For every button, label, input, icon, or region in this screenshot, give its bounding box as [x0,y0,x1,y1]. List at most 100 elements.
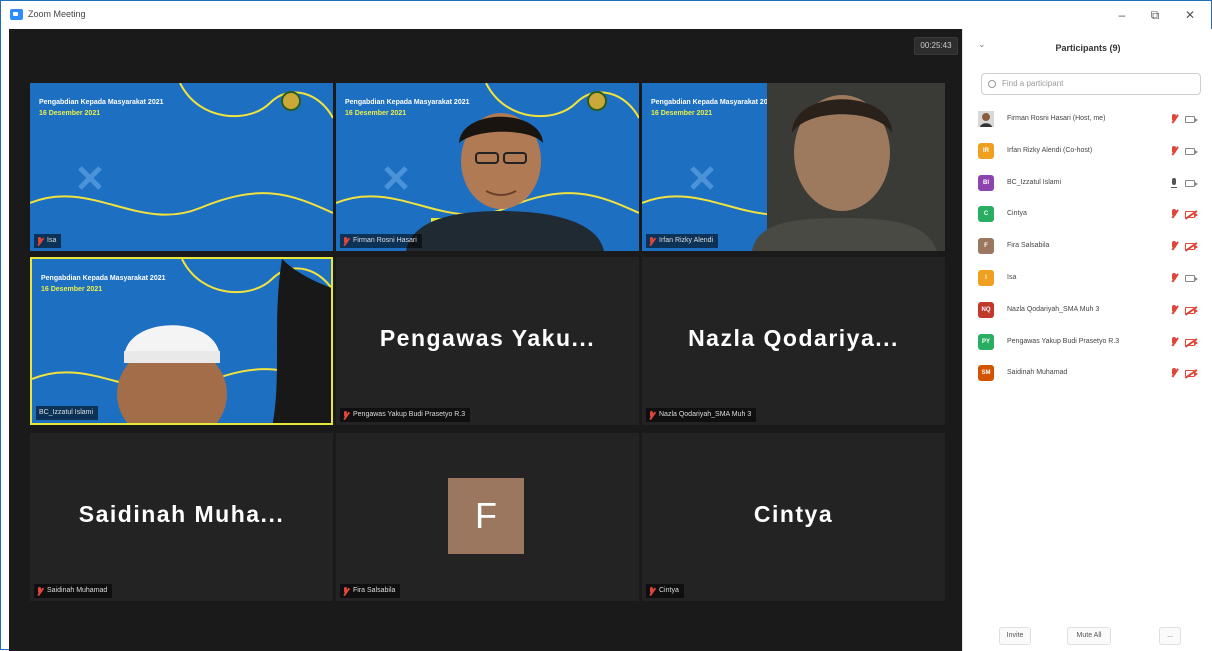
mic-muted-icon[interactable] [1170,145,1178,156]
mic-muted-icon[interactable] [1170,304,1178,315]
participant-name-tag: Firman Rosni Hasari [340,234,422,248]
mic-muted-icon [343,236,349,246]
participants-title: Participants (9) [1055,43,1121,53]
mic-muted-icon[interactable] [1170,368,1178,378]
participant-avatar: SM [978,365,994,382]
camera-off-icon[interactable] [1185,243,1198,251]
participant-name-tag: Nazla Qodariyah_SMA Muh 3 [646,408,757,422]
camera-off-icon[interactable] [1185,370,1198,378]
participant-name: Nazla Qodariyah_SMA Muh 3 [1007,305,1100,313]
participant-search-input[interactable]: Find a participant [981,73,1201,95]
participant-avatar: PY [978,333,994,350]
title-bar: Zoom Meeting – ⧉ ✕ [1,1,1211,29]
mic-muted-icon [649,236,655,246]
participant-avatar: NQ [978,301,994,318]
camera-icon[interactable] [1185,116,1198,123]
participant-display-name: Nazla Qodariya... [688,325,899,351]
video-tile[interactable]: Saidinah Muha... Saidinah Muhamad [30,433,333,601]
minimize-button[interactable]: – [1109,5,1135,25]
camera-icon[interactable] [1185,147,1198,155]
mic-muted-icon [649,586,655,596]
mic-muted-icon [37,236,43,246]
participant-name-tag: Pengawas Yakup Budi Prasetyo R.3 [340,408,471,422]
participant-row[interactable]: SM Saidinah Muhamad [963,359,1212,391]
invite-button[interactable]: Invite [999,627,1031,645]
mic-muted-icon[interactable] [1170,241,1178,251]
video-tile-active-speaker[interactable]: Pengabdian Kepada Masyarakat 2021 16 Des… [30,257,333,425]
participant-avatar: F [448,478,524,554]
participant-name: Pengawas Yakup Budi Prasetyo R.3 [1007,337,1120,345]
video-tile[interactable]: Pengabdian Kepada Masyarakat 2021 16 Des… [30,83,333,251]
mic-muted-icon[interactable] [1170,336,1178,347]
participant-row[interactable]: BI BC_Izzatul Islami [963,169,1212,201]
mic-icon[interactable] [1170,177,1178,188]
participant-name: Cintya [1007,210,1027,218]
mute-all-button[interactable]: Mute All [1067,627,1111,645]
participant-row[interactable]: NQ Nazla Qodariyah_SMA Muh 3 [963,296,1212,328]
mic-muted-icon [37,586,43,596]
banner-date: 16 Desember 2021 [39,110,101,117]
participant-row[interactable]: I Isa [963,264,1212,296]
participant-row[interactable]: IR Irfan Rizky Alendi (Co-host) [963,137,1212,169]
mic-muted-icon[interactable] [1170,209,1178,219]
video-tile[interactable]: Pengawas Yaku... Pengawas Yakup Budi Pra… [336,257,639,425]
participant-avatar: I [978,269,994,286]
participant-name: Fira Salsabila [1007,242,1050,250]
participant-display-name: Cintya [753,501,834,527]
camera-off-icon[interactable] [1185,211,1198,219]
participant-name-tag: Cintya [646,584,684,598]
emblem-icon [587,91,607,111]
zoom-window: Zoom Meeting – ⧉ ✕ 00:25:43 Pengabdian K… [0,0,1212,651]
participant-avatar: F [978,238,994,255]
more-options-button[interactable]: ... [1159,627,1181,645]
search-icon [988,80,996,88]
participants-panel: ⌄ Participants (9) Find a participant Fi… [962,29,1212,651]
participants-list: Firman Rosni Hasari (Host, me) IR Irfan Ri… [963,105,1212,391]
participant-name: Isa [1007,273,1017,281]
video-tile[interactable]: Nazla Qodariya... Nazla Qodariyah_SMA Mu… [642,257,945,425]
participant-display-name: Saidinah Muha... [78,501,285,527]
participant-name-tag: Irfan Rizky Alendi [646,234,719,248]
participant-name-tag: BC_Izzatul Islami [36,406,99,420]
participant-avatar: IR [978,142,994,159]
mic-muted-icon[interactable] [1170,272,1178,283]
participant-avatar: BI [978,174,994,191]
camera-icon[interactable] [1185,179,1198,187]
participant-name-tag: Fira Salsabila [340,584,401,598]
participant-row[interactable]: F Fira Salsabila [963,232,1212,264]
participant-row[interactable]: C Cintya [963,200,1212,232]
window-title: Zoom Meeting [28,9,86,19]
video-tile[interactable]: F Fira Salsabila [336,433,639,601]
participant-name: Saidinah Muhamad [1007,369,1068,377]
participant-name: BC_Izzatul Islami [1007,178,1062,186]
participant-name: Firman Rosni Hasari (Host, me) [1007,115,1106,122]
close-button[interactable]: ✕ [1177,5,1203,25]
participant-avatar [978,111,994,127]
video-tile[interactable]: Pengabdian Kepada Masyarakat 2021 16 Des… [642,83,945,251]
participant-name-tag: Saidinah Muhamad [34,584,113,598]
participant-avatar: C [978,206,994,223]
camera-off-icon[interactable] [1185,306,1198,314]
mic-muted-icon[interactable] [1170,114,1178,124]
camera-off-icon[interactable] [1185,338,1198,346]
participant-row[interactable]: Firman Rosni Hasari (Host, me) [963,105,1212,137]
participant-video [117,259,331,423]
emblem-icon [281,91,301,111]
video-tile[interactable]: Cintya Cintya [642,433,945,601]
participants-header: ⌄ Participants (9) [963,29,1212,65]
participant-video [752,83,945,251]
mic-muted-icon [649,410,655,420]
participant-name-tag: Isa [34,234,62,248]
zoom-app-icon [10,9,23,20]
participant-row[interactable]: PY Pengawas Yakup Budi Prasetyo R.3 [963,328,1212,360]
banner-title: Pengabdian Kepada Masyarakat 2021 [39,99,164,106]
mic-muted-icon [343,410,349,420]
participant-display-name: Pengawas Yaku... [379,325,596,351]
restore-button[interactable]: ⧉ [1142,5,1168,25]
video-tile[interactable]: Pengabdian Kepada Masyarakat 2021 16 Des… [336,83,639,251]
video-gallery: 00:25:43 Pengabdian Kepada Masyarakat 20… [9,29,962,651]
meeting-timer: 00:25:43 [914,37,958,55]
participant-name: Irfan Rizky Alendi (Co-host) [1007,146,1093,154]
mic-muted-icon [343,586,349,596]
camera-icon[interactable] [1185,274,1198,282]
